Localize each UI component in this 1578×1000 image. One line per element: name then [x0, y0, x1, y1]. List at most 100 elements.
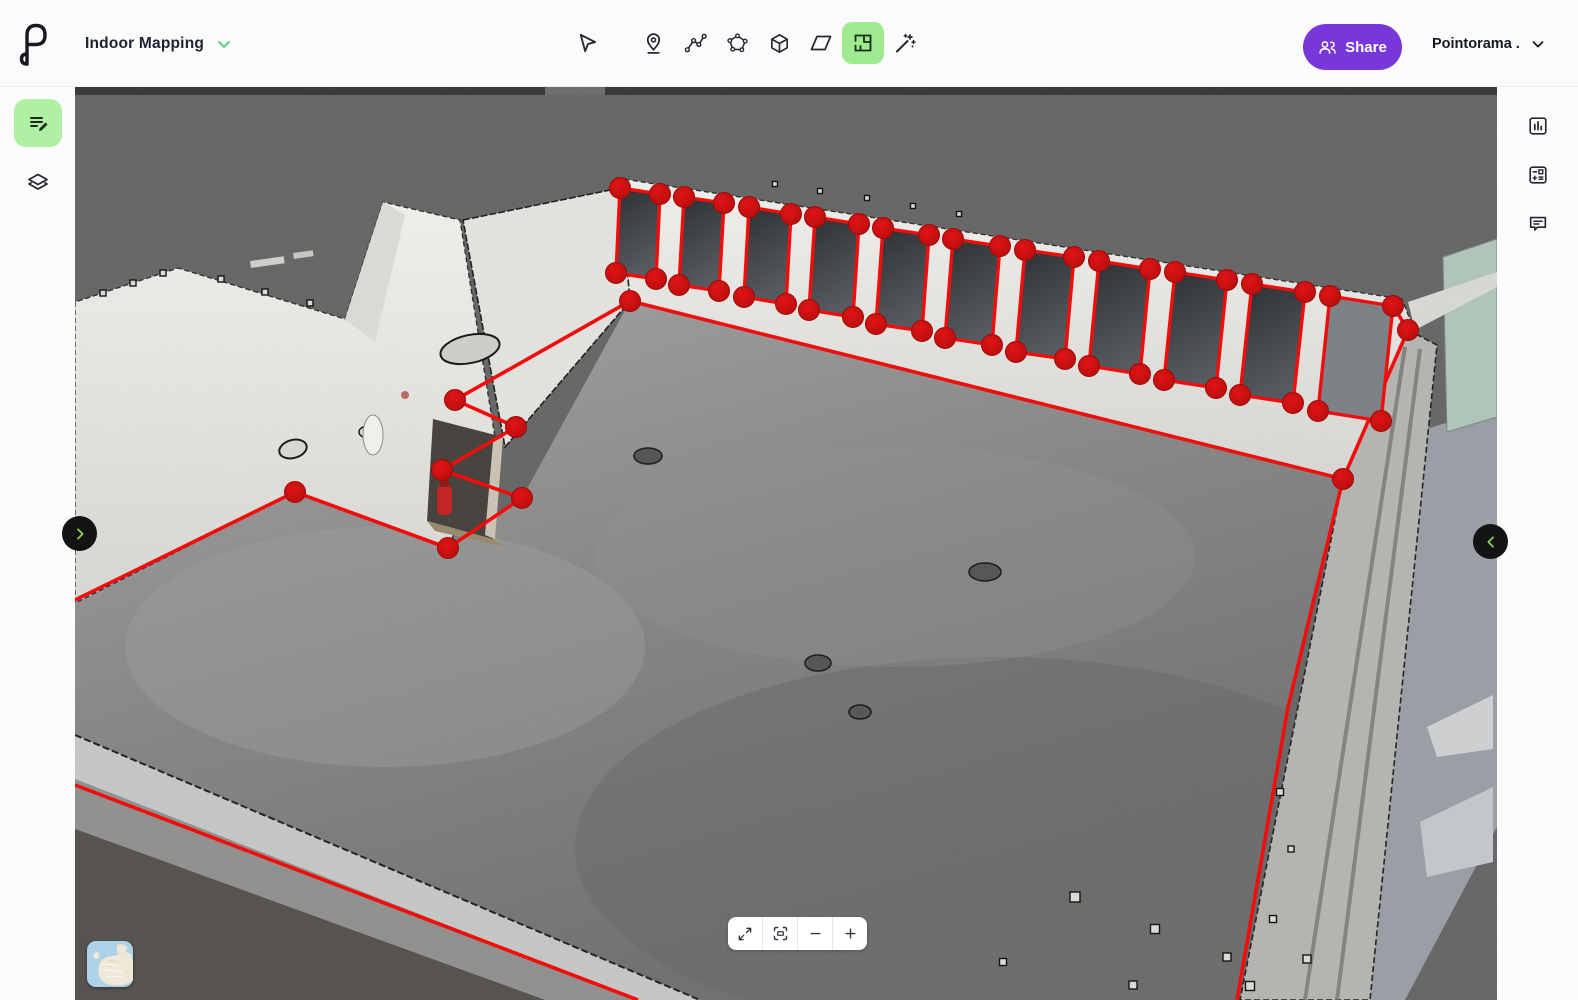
expand-right-panel-button[interactable] — [1473, 524, 1508, 559]
annotation-vertex — [1283, 393, 1304, 414]
annotation-vertex — [739, 197, 760, 218]
annotation-vertex — [610, 178, 631, 199]
annotation-vertex — [982, 335, 1003, 356]
annotation-vertex — [935, 328, 956, 349]
chevron-down-icon — [214, 34, 234, 54]
expand-left-panel-button[interactable] — [62, 516, 97, 551]
comment-icon — [1527, 213, 1549, 235]
magic-wand-icon — [893, 31, 917, 55]
share-button[interactable]: Share — [1303, 24, 1402, 70]
polyline-icon — [684, 32, 707, 55]
annotation-vertex — [506, 417, 527, 438]
annotation-vertex — [438, 538, 459, 559]
share-label: Share — [1345, 39, 1387, 56]
annotation-vertex — [1015, 240, 1036, 261]
annotation-vertex — [1371, 411, 1392, 432]
annotation-vertex — [285, 482, 306, 503]
polygon-icon — [726, 32, 749, 55]
window-opening — [876, 228, 929, 331]
account-name: Pointorama . — [1432, 36, 1520, 52]
layers-icon — [26, 171, 50, 195]
location-pin-icon — [642, 32, 665, 55]
annotation-vertex — [843, 307, 864, 328]
annotation-vertex — [1140, 259, 1161, 280]
annotation-vertex — [776, 294, 797, 315]
comments-button[interactable] — [1526, 212, 1549, 235]
annotation-vertex — [866, 314, 887, 335]
annotation-vertex — [805, 207, 826, 228]
bar-chart-icon — [1527, 115, 1549, 137]
annotation-vertex — [1089, 251, 1110, 272]
annotation-vertex — [919, 225, 940, 246]
annotation-vertex — [432, 460, 453, 481]
annotation-vertex — [620, 291, 641, 312]
annotation-vertex — [1398, 320, 1419, 341]
fit-view-icon — [772, 925, 789, 942]
annotation-vertex — [1295, 282, 1316, 303]
edit-list-icon — [26, 111, 50, 135]
account-menu[interactable]: Pointorama . — [1432, 0, 1547, 87]
project-switcher[interactable]: Indoor Mapping — [85, 0, 234, 87]
annotation-vertex — [1130, 364, 1151, 385]
annotation-vertex — [1383, 296, 1404, 317]
annotation-vertex — [1242, 274, 1263, 295]
annotation-vertex — [1165, 262, 1186, 283]
project-name: Indoor Mapping — [85, 35, 204, 53]
annotation-vertex — [1217, 270, 1238, 291]
annotation-vertex — [512, 488, 533, 509]
annotation-vertex — [990, 236, 1011, 257]
annotation-vertex — [1320, 286, 1341, 307]
annotation-editor-button[interactable] — [14, 99, 62, 147]
annotation-vertex — [714, 193, 735, 214]
annotation-vertex — [781, 204, 802, 225]
polyline-tool-button[interactable] — [674, 22, 716, 64]
cursor-icon — [576, 32, 599, 55]
annotation-vertex — [1055, 349, 1076, 370]
statistics-button[interactable] — [1526, 114, 1549, 137]
plane-tool-button[interactable] — [800, 22, 842, 64]
point-cloud-scene[interactable] — [75, 87, 1497, 1000]
zoom-in-button[interactable] — [833, 917, 867, 950]
select-tool-button[interactable] — [566, 22, 608, 64]
annotation-vertex — [606, 263, 627, 284]
floorplan-icon — [851, 31, 875, 55]
chevron-right-icon — [72, 526, 88, 542]
fullscreen-button[interactable] — [728, 917, 763, 950]
parallelogram-icon — [809, 31, 833, 55]
annotation-vertex — [1006, 342, 1027, 363]
cube-icon — [768, 32, 791, 55]
properties-button[interactable] — [1526, 163, 1549, 186]
place-point-button[interactable] — [632, 22, 674, 64]
annotation-vertex — [912, 321, 933, 342]
top-bar: Indoor Mapping — [0, 0, 1578, 87]
cuboid-tool-button[interactable] — [758, 22, 800, 64]
annotation-vertex — [674, 187, 695, 208]
annotation-vertex — [1333, 469, 1354, 490]
annotation-vertex — [873, 218, 894, 239]
annotation-vertex — [799, 300, 820, 321]
annotation-vertex — [709, 281, 730, 302]
chevron-left-icon — [1483, 534, 1499, 550]
expand-icon — [737, 926, 753, 942]
floorplan-tool-button[interactable] — [842, 22, 884, 64]
auto-detect-button[interactable] — [884, 22, 926, 64]
people-icon — [1318, 39, 1337, 56]
right-sidebar — [1497, 87, 1578, 1000]
scene-top-strip — [75, 87, 1497, 95]
annotation-vertex — [943, 229, 964, 250]
polygon-tool-button[interactable] — [716, 22, 758, 64]
annotation-vertex — [1154, 370, 1175, 391]
pointorama-logo-icon[interactable] — [17, 21, 53, 67]
annotation-vertex — [1079, 356, 1100, 377]
layers-button[interactable] — [14, 159, 62, 207]
fit-view-button[interactable] — [763, 917, 798, 950]
annotation-vertex — [849, 214, 870, 235]
annotation-vertex — [445, 390, 466, 411]
tool-bar — [566, 22, 926, 64]
minus-icon — [808, 926, 823, 941]
zoom-out-button[interactable] — [798, 917, 833, 950]
world-map-thumbnail — [87, 941, 133, 987]
annotation-vertex — [650, 184, 671, 205]
annotation-vertex — [669, 275, 690, 296]
minimap[interactable] — [87, 941, 133, 987]
